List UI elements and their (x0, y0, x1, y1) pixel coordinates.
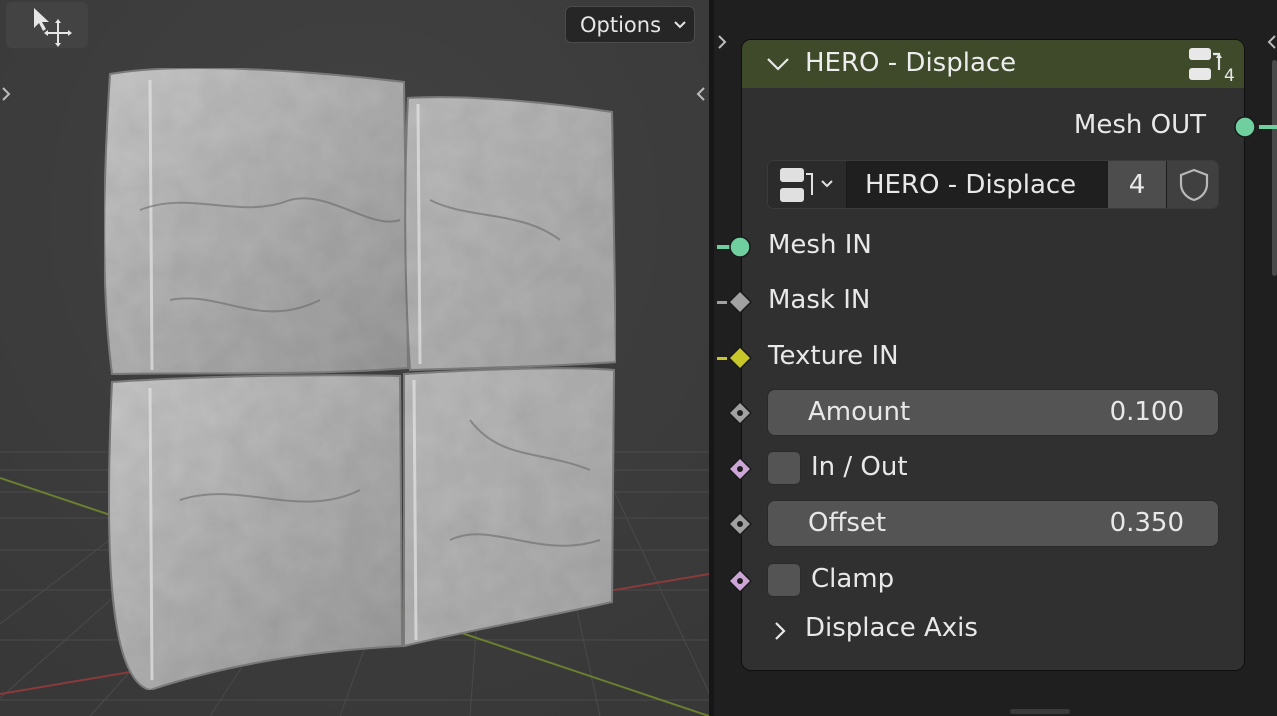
browse-node-group-button[interactable] (768, 161, 847, 208)
displace-axis-label: Displace Axis (805, 613, 978, 643)
options-dropdown[interactable]: Options (565, 6, 695, 43)
area-resize-handle[interactable] (1010, 709, 1070, 714)
node-title: HERO - Displace (805, 48, 1017, 78)
vertical-scrollbar[interactable] (1272, 60, 1277, 276)
mask-in-link (717, 301, 727, 304)
clamp-checkbox[interactable] (767, 563, 801, 597)
chevron-down-icon (674, 21, 686, 29)
group-node[interactable]: HERO - Displace 4 Mesh OUT HERO - Displa… (717, 39, 1256, 671)
chevron-right-icon (775, 622, 786, 640)
mesh-out-socket[interactable] (1233, 115, 1257, 139)
in-out-label: In / Out (811, 452, 908, 482)
stone-tiles (103, 67, 618, 692)
in-out-checkbox[interactable] (767, 451, 801, 485)
mask-in-socket[interactable] (728, 290, 752, 314)
offset-socket[interactable] (728, 512, 752, 536)
sidebar-expand-arrow-icon[interactable] (1266, 32, 1277, 52)
amount-socket[interactable] (728, 401, 752, 425)
node-group-name-field[interactable]: HERO - Displace (847, 161, 1106, 208)
clamp-label: Clamp (811, 564, 895, 594)
sidebar-expand-arrow-icon[interactable] (695, 84, 707, 104)
amount-label: Amount (808, 397, 911, 427)
stone-tile-bottom-right (403, 367, 616, 648)
collapse-chevron-icon[interactable] (765, 55, 791, 73)
mesh-out-label: Mesh OUT (1073, 110, 1206, 140)
stone-tile-top-right (404, 96, 618, 372)
mesh-in-socket[interactable] (728, 235, 752, 259)
mesh-in-label: Mesh IN (768, 230, 872, 260)
clamp-socket[interactable] (728, 569, 752, 593)
output-link (1259, 125, 1277, 129)
shield-icon (1179, 168, 1209, 202)
node-group-users-button[interactable]: 4 (1108, 161, 1166, 208)
3d-viewport[interactable]: Options (0, 0, 709, 716)
options-label: Options (580, 12, 662, 37)
cursor-transform-icon (34, 8, 72, 47)
viewport-scene[interactable] (0, 0, 709, 716)
offset-label: Offset (808, 508, 887, 538)
node-group-browse-icon (780, 168, 833, 202)
offset-field[interactable]: Offset 0.350 (767, 500, 1219, 547)
transform-tool-button[interactable] (6, 2, 88, 48)
displace-axis-panel-header[interactable]: Displace Axis (762, 610, 1222, 650)
amount-field[interactable]: Amount 0.100 (767, 389, 1219, 436)
texture-in-link (717, 357, 727, 360)
amount-value: 0.100 (1109, 397, 1184, 427)
node-group-selector[interactable]: HERO - Displace 4 (767, 160, 1219, 209)
in-out-socket[interactable] (728, 457, 752, 481)
fake-user-button[interactable] (1167, 161, 1218, 208)
node-group-icon (1189, 48, 1222, 80)
offset-value: 0.350 (1109, 508, 1184, 538)
texture-in-socket[interactable] (728, 346, 752, 370)
node-header[interactable]: HERO - Displace 4 (742, 40, 1244, 88)
node-editor[interactable]: HERO - Displace 4 Mesh OUT HERO - Displa… (714, 0, 1277, 716)
texture-in-label: Texture IN (768, 341, 899, 371)
toolbar-expand-arrow-icon[interactable] (0, 84, 12, 104)
toolbar-expand-arrow-icon[interactable] (716, 32, 728, 52)
mask-in-label: Mask IN (768, 285, 871, 315)
node-user-count: 4 (1224, 66, 1235, 86)
